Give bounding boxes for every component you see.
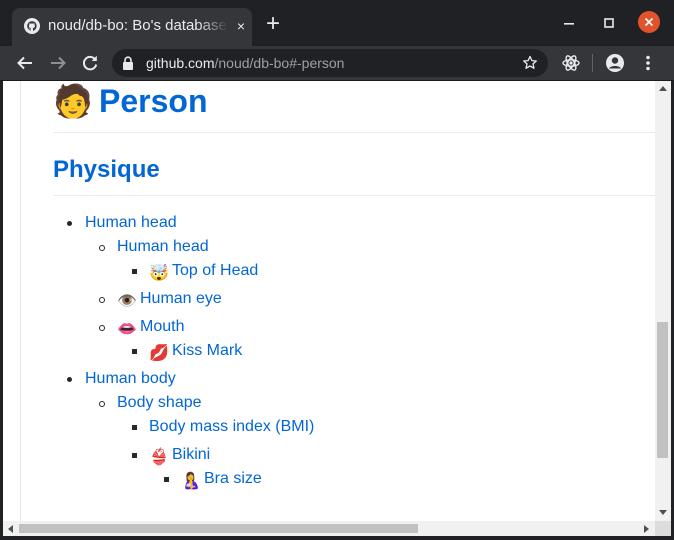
list-bullet (99, 325, 105, 331)
list-bullet (99, 401, 105, 407)
menu-icon[interactable] (637, 52, 659, 74)
link-label: Bra size (204, 470, 262, 487)
toolbar-divider (592, 54, 593, 72)
link-mouth[interactable]: 👄 Mouth (117, 317, 184, 340)
page-content: 🧑 Person Physique Human head Human head 🤯… (3, 81, 655, 521)
link-label: Mouth (140, 318, 185, 335)
new-tab-button[interactable]: + (262, 12, 284, 36)
section-divider (53, 195, 655, 196)
scroll-right-icon[interactable] (644, 525, 650, 533)
link-human-eye[interactable]: 👁️ Human eye (117, 289, 222, 312)
list-bullet (67, 377, 72, 382)
page-title[interactable]: 🧑 Person (53, 81, 207, 121)
link-bikini[interactable]: 👙 Bikini (149, 445, 210, 468)
horizontal-scrollbar[interactable] (3, 521, 655, 536)
reload-icon[interactable] (79, 52, 101, 74)
link-kiss-mark[interactable]: 💋 Kiss Mark (149, 341, 242, 364)
page-title-text: Person (99, 83, 208, 119)
eye-emoji-icon: 👁️ (117, 293, 137, 310)
window-frame-bottom (0, 536, 674, 540)
link-human-body[interactable]: Human body (85, 369, 176, 389)
link-label: Bikini (172, 446, 211, 463)
maximize-icon[interactable] (598, 12, 620, 34)
tab-title: noud/db-bo: Bo's database (48, 17, 228, 35)
list-bullet (132, 269, 137, 274)
sidebar-border (20, 81, 21, 521)
title-divider (53, 132, 655, 133)
vertical-scroll-thumb[interactable] (657, 322, 668, 458)
star-icon[interactable] (522, 55, 538, 71)
breastfeeding-emoji-icon: 🤱 (181, 473, 201, 490)
scrollbar-corner (655, 521, 671, 536)
url-host: github.com (146, 55, 215, 71)
list-bullet (99, 245, 105, 251)
link-human-head-sub[interactable]: Human head (117, 237, 209, 257)
link-label: Kiss Mark (172, 342, 243, 359)
kiss-mark-emoji-icon: 💋 (149, 345, 169, 362)
minimize-icon[interactable] (558, 12, 580, 34)
scroll-left-icon[interactable] (7, 525, 13, 533)
vertical-scrollbar[interactable] (655, 81, 671, 521)
github-icon (24, 18, 40, 34)
url-text[interactable]: github.com/noud/db-bo#-person (146, 55, 344, 71)
url-path: /noud/db-bo#-person (214, 55, 345, 71)
window-frame-left (0, 81, 3, 540)
horizontal-scroll-thumb[interactable] (19, 524, 418, 533)
link-bra-size[interactable]: 🤱 Bra size (181, 469, 262, 492)
link-human-head[interactable]: Human head (85, 213, 177, 233)
profile-icon[interactable] (604, 52, 626, 74)
tab-strip: noud/db-bo: Bo's database × + (0, 0, 674, 46)
link-label: Human eye (140, 290, 222, 307)
bikini-emoji-icon: 👙 (149, 449, 169, 466)
link-label: Top of Head (172, 262, 259, 279)
link-bmi[interactable]: Body mass index (BMI) (149, 417, 314, 437)
list-bullet (99, 297, 105, 303)
list-bullet (132, 425, 137, 430)
browser-window: noud/db-bo: Bo's database × + github.com… (0, 0, 674, 540)
extension-icon[interactable] (560, 52, 582, 74)
list-bullet (164, 477, 169, 482)
back-icon[interactable] (14, 52, 36, 74)
close-icon (644, 17, 654, 27)
mouth-emoji-icon: 👄 (117, 321, 137, 338)
address-bar[interactable]: github.com/noud/db-bo#-person (112, 49, 548, 77)
link-top-of-head[interactable]: 🤯 Top of Head (149, 261, 258, 284)
forward-icon[interactable] (47, 52, 69, 74)
browser-tab[interactable]: noud/db-bo: Bo's database × (12, 8, 252, 46)
browser-toolbar: github.com/noud/db-bo#-person (0, 46, 674, 81)
link-body-shape[interactable]: Body shape (117, 393, 202, 413)
close-window-button[interactable] (638, 11, 660, 33)
list-bullet (67, 221, 72, 226)
lock-icon[interactable] (122, 56, 134, 70)
scroll-up-icon[interactable] (659, 85, 667, 91)
section-heading[interactable]: Physique (53, 155, 160, 185)
list-bullet (132, 453, 137, 458)
person-emoji-icon: 🧑 (53, 83, 93, 119)
tab-close-icon[interactable]: × (234, 19, 248, 33)
scroll-down-icon[interactable] (659, 510, 667, 516)
exploding-head-emoji-icon: 🤯 (149, 265, 169, 282)
list-bullet (132, 349, 137, 354)
